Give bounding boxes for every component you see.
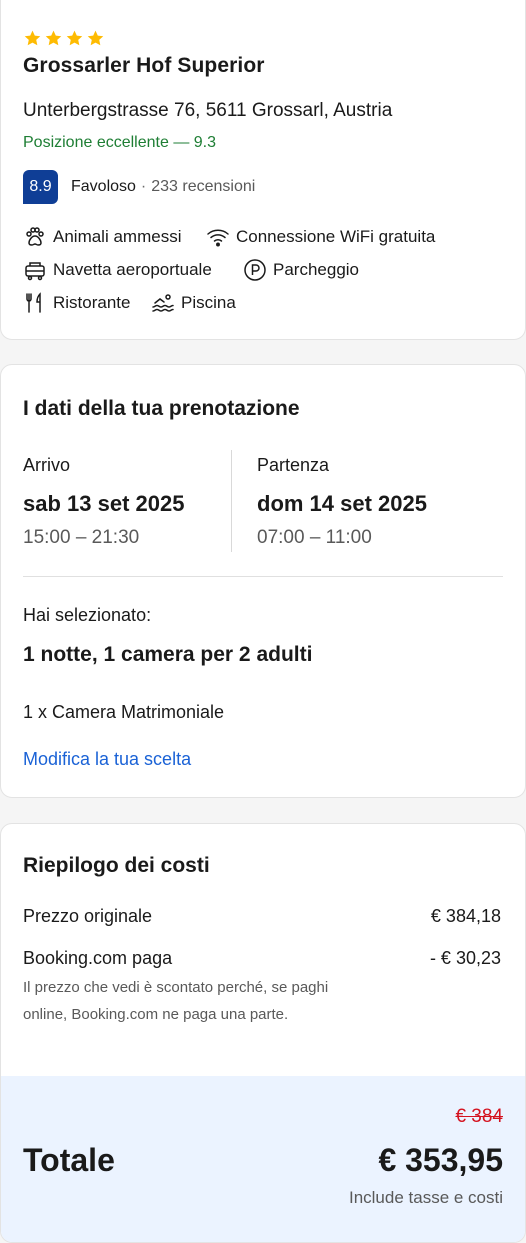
checkin-label: Arrivo [23,455,71,475]
modify-selection-link[interactable]: Modifica la tua scelta [23,749,191,770]
star-icon [66,30,83,46]
wifi-icon [207,229,229,247]
amenity-label: Parcheggio [273,260,360,279]
original-price-label: Prezzo originale [23,906,153,926]
checkout-time: 07:00 – 11:00 [257,527,372,548]
section-divider [23,576,503,577]
checkout-date: dom 14 set 2025 [257,491,427,516]
column-divider [231,450,232,552]
star-icon [87,30,104,46]
checkin-date: sab 13 set 2025 [23,491,185,516]
old-price-strikethrough: € 384 [455,1106,503,1127]
hotel-address: Unterbergstrasse 76, 5611 Grossarl, Aust… [23,100,393,121]
discount-explanation: Il prezzo che vedi è scontato perché, se… [23,979,329,1023]
star-icon [45,30,62,46]
star-icon [24,30,41,46]
review-score-badge: 8.9 [23,170,58,204]
tax-note: Include tasse e costi [348,1188,503,1207]
hotel-summary-card: Grossarler Hof Superior Unterbergstrasse… [0,0,526,340]
total-label: Totale [23,1142,115,1178]
restaurant-icon [26,292,41,313]
pool-icon [152,294,174,312]
location-rating: Posizione eccellente — 9.3 [23,134,216,151]
discount-value: - € 30,23 [429,948,501,968]
selection-label: Hai selezionato: [23,605,152,625]
amenity-label: Connessione WiFi gratuita [236,227,436,246]
total-price: € 353,95 [378,1142,503,1178]
booking-details-title: I dati della tua prenotazione [23,397,300,420]
review-score-row: 8.9 Favoloso · 233 recensioni [23,170,255,204]
separator-dot: · [140,178,147,195]
room-type: 1 x Camera Matrimoniale [23,702,225,722]
booking-details-card: I dati della tua prenotazione Arrivo sab… [0,364,526,798]
amenity-shuttle: Navetta aeroportuale [23,257,212,283]
amenity-label: Animali ammessi [53,227,182,246]
amenity-parking: Parcheggio [243,257,359,283]
discount-label: Booking.com paga [23,948,173,968]
review-count: 233 recensioni [151,178,256,195]
star-rating [23,29,105,48]
amenity-pool: Piscina [151,290,236,316]
amenity-pets: Animali ammessi [23,224,181,250]
original-price-value: € 384,18 [430,906,501,926]
selection-summary: 1 notte, 1 camera per 2 adulti [23,643,313,666]
checkin-time: 15:00 – 21:30 [23,527,140,548]
amenity-label: Navetta aeroportuale [53,260,212,279]
price-summary-card: Riepilogo dei costi Prezzo originale € 3… [0,823,526,1243]
amenity-label: Ristorante [53,293,131,312]
amenity-wifi: Connessione WiFi gratuita [206,224,435,250]
amenity-label: Piscina [181,293,236,312]
shuttle-icon [25,262,45,281]
price-summary-title: Riepilogo dei costi [23,854,210,877]
amenity-restaurant: Ristorante [23,290,130,316]
checkout-label: Partenza [257,455,330,475]
hotel-name: Grossarler Hof Superior [23,54,265,77]
paw-icon [26,227,44,246]
review-score-word: Favoloso [71,178,136,195]
parking-icon [244,259,266,281]
